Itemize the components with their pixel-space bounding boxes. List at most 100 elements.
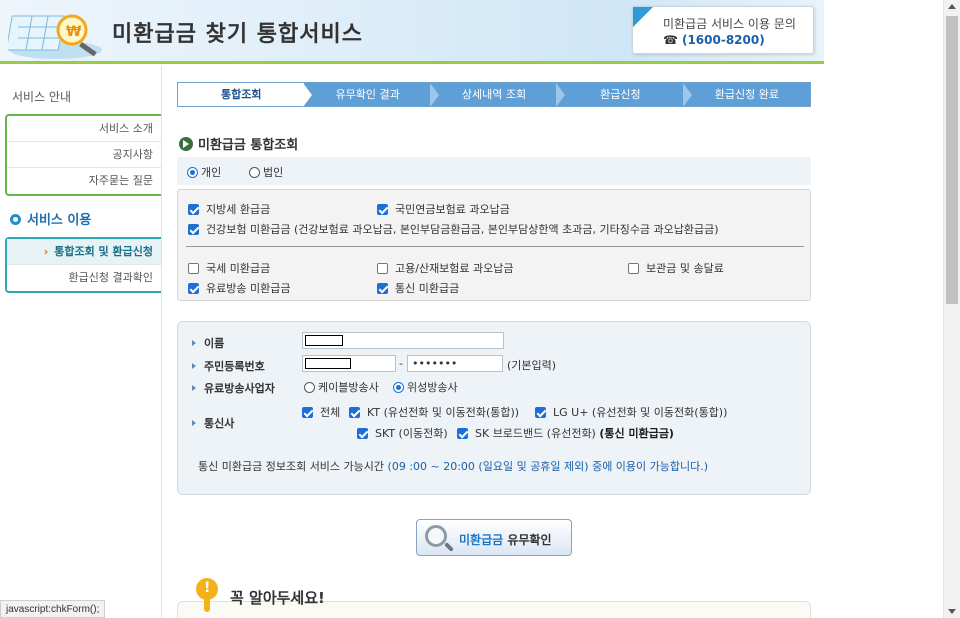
broadcaster-label: 유료방송사업자 <box>192 380 275 396</box>
broadcaster-label-text: 유료방송사업자 <box>204 382 275 395</box>
checkbox[interactable] <box>628 263 639 274</box>
button-label-highlight: 미환급금 <box>459 533 504 547</box>
checkbox[interactable] <box>357 428 368 439</box>
check-refund-button-label: 미환급금 유무확인 <box>459 531 552 548</box>
scroll-thumb[interactable] <box>946 16 958 304</box>
scroll-down-arrow-icon[interactable] <box>948 609 956 614</box>
telecom-label: 통신사 <box>192 415 234 431</box>
check-deposit[interactable]: 보관금 및 송달료 <box>628 260 724 276</box>
checkbox[interactable] <box>349 407 360 418</box>
check-label: LG U+ (유선전화 및 이동전화(통합)) <box>553 406 728 419</box>
divider <box>186 246 804 247</box>
step-label: 통합조회 <box>220 88 262 101</box>
site-title: 미환급금 찾기 통합서비스 <box>112 22 363 47</box>
radio-corporation[interactable]: 법인 <box>249 164 283 180</box>
step-arrow-icon <box>682 83 692 107</box>
rrn-dash: - <box>399 357 403 370</box>
check-skt[interactable]: SKT (이동전화) <box>357 425 448 441</box>
scroll-up-arrow-icon[interactable] <box>948 4 956 9</box>
step-detail: 상세내역 조회 <box>431 83 566 107</box>
play-circle-icon <box>179 137 193 151</box>
triangle-bullet-icon <box>192 340 196 346</box>
radio-icon[interactable] <box>187 167 198 178</box>
check-label: KT (유선전화 및 이동전화(통합)) <box>367 406 520 419</box>
step-complete: 환급신청 완료 <box>684 83 810 106</box>
check-health-insurance[interactable]: 건강보험 미환급금 (건강보험료 과오납금, 본인부담금환급금, 본인부담상한액… <box>188 221 719 237</box>
checkbox[interactable] <box>457 428 468 439</box>
radio-cable[interactable]: 케이블방송사 <box>304 379 379 395</box>
step-label: 유무확인 결과 <box>335 88 400 101</box>
check-lgu[interactable]: LG U+ (유선전화 및 이동전화(통합)) <box>535 404 727 420</box>
checkbox[interactable] <box>188 283 199 294</box>
name-input[interactable] <box>302 332 504 349</box>
check-refund-button[interactable]: 미환급금 유무확인 <box>416 519 572 556</box>
vertical-scrollbar[interactable] <box>943 0 960 618</box>
checkbox[interactable] <box>188 224 199 235</box>
lightbulb-icon <box>196 578 218 600</box>
identity-form: 이름 주민등록번호 - ••••••• (기본입력) 유료방송사업자 케이블방송… <box>177 321 811 495</box>
radio-label: 법인 <box>263 166 284 179</box>
text-cursor-box <box>305 335 343 346</box>
sidebar-use-menu: › 통합조회 및 환급신청 환급신청 결과확인 <box>5 237 161 293</box>
check-telecom-all[interactable]: 전체 <box>302 404 340 420</box>
check-label: 유료방송 미환급금 <box>206 282 291 295</box>
rrn-back-input[interactable]: ••••••• <box>407 355 503 372</box>
browser-status-bar: javascript:chkForm(); <box>0 600 106 618</box>
step-arrow-icon <box>429 83 439 107</box>
check-label: SK 브로드밴드 (유선전화) <box>475 427 596 440</box>
check-sk-broadband[interactable]: SK 브로드밴드 (유선전화) (통신 미환급금) <box>457 425 674 441</box>
radio-individual[interactable]: 개인 <box>187 164 221 180</box>
check-label: 전체 <box>320 406 341 419</box>
radio-icon[interactable] <box>249 167 260 178</box>
radio-icon[interactable] <box>304 382 315 393</box>
magnifier-icon <box>425 525 447 547</box>
sidebar-item-refund-result[interactable]: 환급신청 결과확인 <box>7 265 161 291</box>
step-lookup: 통합조회 <box>178 83 313 107</box>
sidebar-item-label: 환급신청 결과확인 <box>68 271 153 284</box>
check-label: 국세 미환급금 <box>206 262 271 275</box>
sidebar-item-notice[interactable]: 공지사항 <box>7 142 161 168</box>
triangle-bullet-icon <box>192 385 196 391</box>
checkbox[interactable] <box>535 407 546 418</box>
checkbox[interactable] <box>188 263 199 274</box>
rrn-label: 주민등록번호 <box>192 358 265 374</box>
check-label: SKT (이동전화) <box>375 427 448 440</box>
must-know-text: 꼭 알아두세요! <box>230 589 325 607</box>
sidebar-item-service-intro[interactable]: 서비스 소개 <box>7 116 161 142</box>
radio-label: 위성방송사 <box>407 381 458 394</box>
check-label: 고용/산재보험료 과오납금 <box>395 262 514 275</box>
checkbox[interactable] <box>188 204 199 215</box>
checkbox[interactable] <box>377 204 388 215</box>
sidebar-item-faq[interactable]: 자주묻는 질문 <box>7 168 161 194</box>
sidebar-item-lookup-refund[interactable]: › 통합조회 및 환급신청 <box>7 239 161 265</box>
check-national-tax[interactable]: 국세 미환급금 <box>188 260 270 276</box>
step-label: 환급신청 <box>600 88 641 101</box>
rrn-front-input[interactable] <box>302 355 396 372</box>
sidebar-guide-menu: 서비스 소개 공지사항 자주묻는 질문 <box>5 114 161 196</box>
triangle-bullet-icon <box>192 420 196 426</box>
check-local-tax[interactable]: 지방세 환급금 <box>188 201 270 217</box>
check-employment-insurance[interactable]: 고용/산재보험료 과오납금 <box>377 260 514 276</box>
notice-prefix: 통신 미환급금 정보조회 서비스 가능시간 <box>198 460 385 473</box>
check-broadcast[interactable]: 유료방송 미환급금 <box>188 280 290 296</box>
step-arrow-icon <box>303 83 313 107</box>
refund-type-checkboxes: 지방세 환급금 국민연금보험료 과오납금 건강보험 미환급금 (건강보험료 과오… <box>177 189 811 301</box>
checkbox[interactable] <box>302 407 313 418</box>
check-kt[interactable]: KT (유선전화 및 이동전화(통합)) <box>349 404 519 420</box>
check-label: 국민연금보험료 과오납금 <box>395 203 510 216</box>
check-pension[interactable]: 국민연금보험료 과오납금 <box>377 201 510 217</box>
header: ₩ 미환급금 찾기 통합서비스 미환급금 서비스 이용 문의 ☎ (1600-82… <box>0 0 824 64</box>
radio-satellite[interactable]: 위성방송사 <box>393 379 458 395</box>
triangle-bullet-icon <box>192 363 196 369</box>
check-label: 보관금 및 송달료 <box>646 262 724 275</box>
checkbox[interactable] <box>377 283 388 294</box>
step-result: 유무확인 결과 <box>304 83 439 107</box>
check-telecom[interactable]: 통신 미환급금 <box>377 280 459 296</box>
button-label-rest: 유무확인 <box>503 533 552 547</box>
telecom-label-text: 통신사 <box>204 417 235 430</box>
radio-icon[interactable] <box>393 382 404 393</box>
bullet-icon <box>10 214 21 225</box>
sidebar-item-label: 통합조회 및 환급신청 <box>54 245 153 258</box>
checkbox[interactable] <box>377 263 388 274</box>
logo: ₩ <box>5 6 104 60</box>
